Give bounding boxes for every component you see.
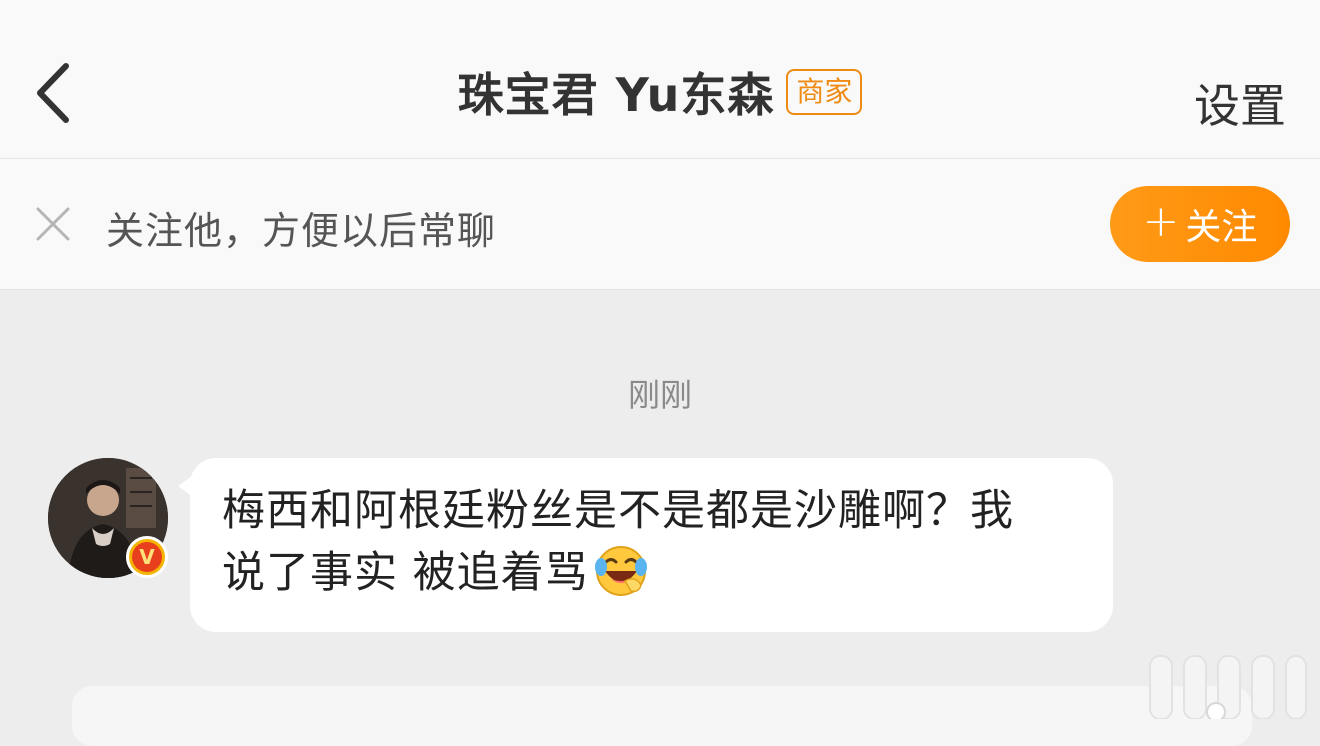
merchant-badge: 商家 bbox=[786, 69, 863, 115]
top-nav-bar: 珠宝君 Yu东森 商家 设置 bbox=[0, 0, 1320, 159]
laughing-crying-emoji-icon bbox=[594, 546, 647, 596]
verified-badge: V bbox=[126, 536, 168, 578]
dismiss-follow-button[interactable] bbox=[34, 205, 72, 243]
settings-button[interactable]: 设置 bbox=[1194, 70, 1286, 136]
verified-v-icon: V bbox=[132, 542, 162, 572]
page-title: 珠宝君 Yu东森 bbox=[457, 68, 775, 122]
message-text-line-2: 说了事实 被追着骂 bbox=[222, 542, 1079, 604]
follow-button[interactable]: + 关注 bbox=[1110, 186, 1290, 262]
message-text-line-1: 梅西和阿根廷粉丝是不是都是沙雕啊？我 bbox=[222, 486, 1014, 536]
close-icon bbox=[36, 207, 70, 241]
watermark-decoration bbox=[1149, 655, 1307, 719]
message-text-line-2-text: 说了事实 被追着骂 bbox=[222, 548, 589, 598]
message-timestamp: 刚刚 bbox=[627, 376, 692, 414]
plus-icon: + bbox=[1142, 196, 1180, 247]
title-area: 珠宝君 Yu东森 商家 bbox=[0, 62, 1320, 122]
next-message-bubble bbox=[72, 686, 1252, 746]
message-bubble[interactable]: 梅西和阿根廷粉丝是不是都是沙雕啊？我 说了事实 被追着骂 bbox=[190, 458, 1113, 632]
follow-button-label: 关注 bbox=[1185, 207, 1258, 248]
follow-prompt-text: 关注他，方便以后常聊 bbox=[106, 209, 497, 253]
